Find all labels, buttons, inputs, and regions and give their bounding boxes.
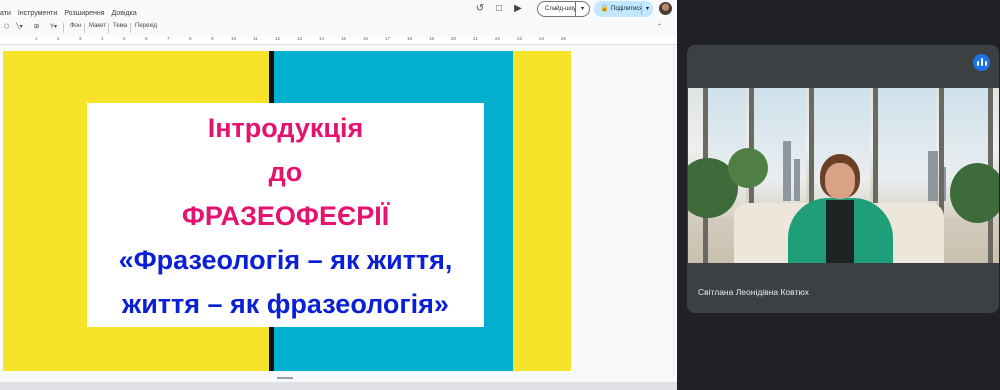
speaking-indicator-icon — [973, 54, 990, 71]
ruler-label: 11 — [253, 36, 258, 41]
comment-add-icon[interactable]: ⊞ — [34, 23, 39, 30]
slide-title-line: ФРАЗЕОФЕЄРІЇ — [181, 201, 390, 231]
speaker-notes-handle[interactable] — [277, 377, 293, 379]
menu-item-help[interactable]: Довідка — [112, 10, 137, 17]
menu-item-format[interactable]: ати — [0, 10, 11, 17]
share-label: Поділитися — [611, 6, 643, 12]
ruler-label: 12 — [275, 36, 281, 41]
transition-button[interactable]: Перехід — [135, 23, 157, 29]
lock-icon: 🔒 — [600, 5, 609, 12]
ruler-label: 22 — [495, 36, 501, 41]
collapse-toolbar-icon[interactable]: ⌃ — [657, 23, 662, 30]
ruler-label: 8 — [189, 36, 192, 41]
chevron-down-icon[interactable]: ▾ — [575, 2, 589, 16]
ruler-label: 4 — [101, 36, 104, 41]
comment-icon[interactable]: □ — [492, 2, 506, 16]
ruler-label: 17 — [385, 36, 391, 41]
slideshow-button[interactable]: Слайд-шоу ▾ — [537, 1, 590, 17]
menu: ати Інструменти Розширення Довідка — [0, 10, 144, 17]
slide-title-line: до — [268, 157, 303, 187]
ruler-label: 15 — [341, 36, 347, 41]
ruler-label: 24 — [539, 36, 545, 41]
shape-tool-icon[interactable]: ⬡ — [4, 23, 9, 30]
toolbar-divider — [108, 23, 109, 33]
ruler-label: 14 — [319, 36, 325, 41]
toolbar: ⬡ ╲▾ ⊞ Y▾ Фон Макет Тема Перехід ⌃ — [0, 21, 677, 35]
theme-button[interactable]: Тема — [113, 23, 127, 29]
slide-subtitle-line: «Фразеологія – як життя, — [118, 245, 453, 275]
ruler-label: 16 — [363, 36, 369, 41]
share-button[interactable]: 🔒 Поділитися ▾ — [594, 1, 653, 17]
menu-item-tools[interactable]: Інструменти — [18, 10, 57, 17]
vertical-scrollbar[interactable] — [672, 46, 676, 376]
menu-item-extensions[interactable]: Розширення — [64, 10, 104, 17]
menu-bar: ати Інструменти Розширення Довідка ↺ □ ▶… — [0, 0, 677, 21]
ruler-label: 13 — [297, 36, 303, 41]
participant-video — [688, 88, 999, 263]
ruler-label: 1 — [35, 36, 38, 41]
slide[interactable]: Інтродукція до ФРАЗЕОФЕЄРІЇ «Фразеологія… — [3, 51, 571, 371]
ruler-label: 9 — [211, 36, 214, 41]
ruler-label: 25 — [561, 36, 567, 41]
ruler-label: 2 — [57, 36, 60, 41]
chevron-down-icon[interactable]: ▾ — [641, 3, 653, 15]
ruler-label: 21 — [473, 36, 479, 41]
participant-name: Світлана Леонідівна Ковтюх — [698, 287, 809, 297]
background-button[interactable]: Фон — [70, 23, 81, 29]
account-avatar[interactable] — [659, 2, 672, 15]
ruler-label: 23 — [517, 36, 523, 41]
slide-subtitle-line: життя – як фразеологія» — [122, 289, 449, 319]
ruler-label: 3 — [79, 36, 82, 41]
ruler-label: 6 — [145, 36, 148, 41]
input-tools-icon[interactable]: Y▾ — [50, 23, 57, 30]
ruler-label: 19 — [429, 36, 435, 41]
line-tool-icon[interactable]: ╲▾ — [16, 23, 23, 30]
layout-button[interactable]: Макет — [89, 23, 106, 29]
horizontal-ruler: 1 2 3 4 5 6 7 8 9 10 11 12 13 14 15 16 1… — [0, 36, 677, 45]
slides-editor: ати Інструменти Розширення Довідка ↺ □ ▶… — [0, 0, 677, 390]
ruler-label: 7 — [167, 36, 170, 41]
toolbar-divider — [130, 23, 131, 33]
slide-canvas: Інтродукція до ФРАЗЕОФЕЄРІЇ «Фразеологія… — [0, 46, 677, 376]
video-call-panel: Світлана Леонідівна Ковтюх — [677, 0, 1000, 390]
slide-title-line: Інтродукція — [207, 113, 364, 143]
ruler-label: 18 — [407, 36, 413, 41]
ruler-label: 10 — [231, 36, 237, 41]
history-icon[interactable]: ↺ — [473, 2, 487, 16]
slide-text-box[interactable]: Інтродукція до ФРАЗЕОФЕЄРІЇ «Фразеологія… — [87, 103, 484, 327]
toolbar-divider — [63, 23, 64, 33]
ruler-label: 20 — [451, 36, 457, 41]
slideshow-label: Слайд-шоу — [545, 6, 577, 12]
video-call-icon[interactable]: ▶ — [511, 2, 525, 16]
toolbar-divider — [84, 23, 85, 33]
ruler-label: 5 — [123, 36, 126, 41]
speaker-notes-area[interactable] — [0, 382, 677, 390]
